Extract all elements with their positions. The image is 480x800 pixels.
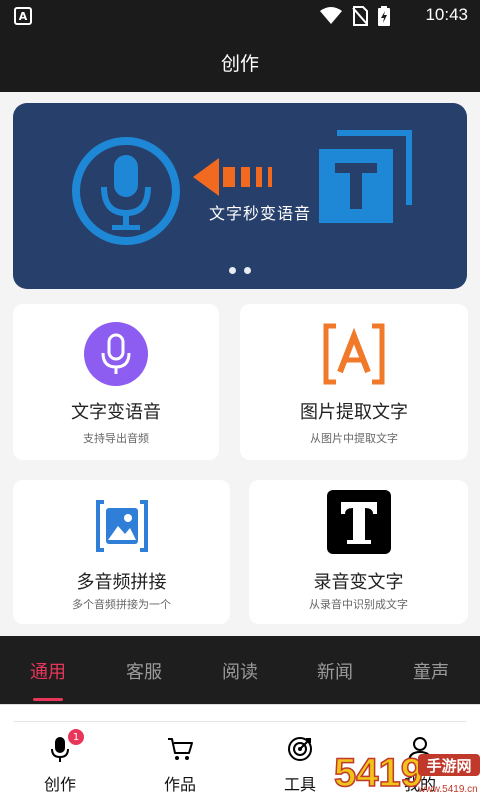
card-title: 图片提取文字 <box>300 402 408 423</box>
microphone-icon <box>84 322 148 386</box>
nav-item-create[interactable]: 1 创作 <box>20 729 100 795</box>
letter-t-icon <box>326 490 391 554</box>
cart-icon <box>168 738 193 760</box>
tab-general[interactable]: 通用 <box>8 658 88 684</box>
system-icons <box>320 6 390 26</box>
card-subtitle: 多个音频拼接为一个 <box>72 598 171 611</box>
image-frame-icon <box>95 500 148 552</box>
divider <box>14 721 466 722</box>
active-tab-indicator <box>33 698 63 701</box>
carousel-dot[interactable] <box>229 267 236 274</box>
tab-customer-service[interactable]: 客服 <box>104 658 184 684</box>
no-sim-icon <box>352 6 368 26</box>
card-subtitle: 从录音中识别成文字 <box>309 598 408 611</box>
feature-card-text-to-speech[interactable]: 文字变语音 支持导出音频 <box>13 304 219 460</box>
svg-text:手游网: 手游网 <box>426 757 471 775</box>
nav-label: 创作 <box>43 775 76 794</box>
banner-microphone-icon <box>72 137 180 245</box>
clock: 10:43 <box>425 5 468 24</box>
card-subtitle: 从图片中提取文字 <box>310 432 398 445</box>
site-watermark: 5419 手游网 www.5419.cn <box>332 742 480 800</box>
nav-item-tools[interactable]: 工具 <box>260 735 340 795</box>
card-subtitle: 支持导出音频 <box>83 432 149 445</box>
card-title: 多音频拼接 <box>76 572 167 593</box>
page-title-bar: 创作 <box>0 32 480 92</box>
svg-text:5419: 5419 <box>334 751 423 795</box>
arrow-left-icon <box>193 158 272 196</box>
carousel-indicator[interactable] <box>13 267 467 274</box>
tab-reading[interactable]: 阅读 <box>200 658 280 684</box>
page-title: 创作 <box>220 52 259 75</box>
banner-caption: 文字秒变语音 <box>209 204 312 223</box>
carousel-dot[interactable] <box>244 267 251 274</box>
feature-card-audio-merge[interactable]: 多音频拼接 多个音频拼接为一个 <box>13 480 230 624</box>
target-icon <box>288 737 312 761</box>
tab-child-voice[interactable]: 童声 <box>391 658 471 684</box>
svg-text:www.5419.cn: www.5419.cn <box>417 784 477 795</box>
voice-category-tabs: 通用 客服 阅读 新闻 童声 <box>0 636 480 704</box>
text-recognition-icon <box>323 323 385 385</box>
notification-badge: 1 <box>68 729 84 745</box>
nav-label: 作品 <box>163 775 196 794</box>
wifi-icon <box>320 7 342 24</box>
card-title: 录音变文字 <box>313 572 404 593</box>
feature-card-image-to-text[interactable]: 图片提取文字 从图片中提取文字 <box>240 304 468 460</box>
app-notification-icon: A <box>14 7 32 25</box>
text-document-icon <box>319 130 412 223</box>
card-title: 文字变语音 <box>71 402 161 423</box>
watermark-logo: 5419 手游网 www.5419.cn <box>333 750 480 796</box>
nav-label: 工具 <box>283 775 316 794</box>
promo-banner[interactable]: 文字秒变语音 <box>13 103 467 289</box>
nav-item-works[interactable]: 作品 <box>140 735 220 795</box>
status-bar: A 10:43 <box>0 0 480 32</box>
feature-card-speech-to-text[interactable]: 录音变文字 从录音中识别成文字 <box>249 480 468 624</box>
tab-news[interactable]: 新闻 <box>295 658 375 684</box>
battery-charging-icon <box>378 6 390 26</box>
